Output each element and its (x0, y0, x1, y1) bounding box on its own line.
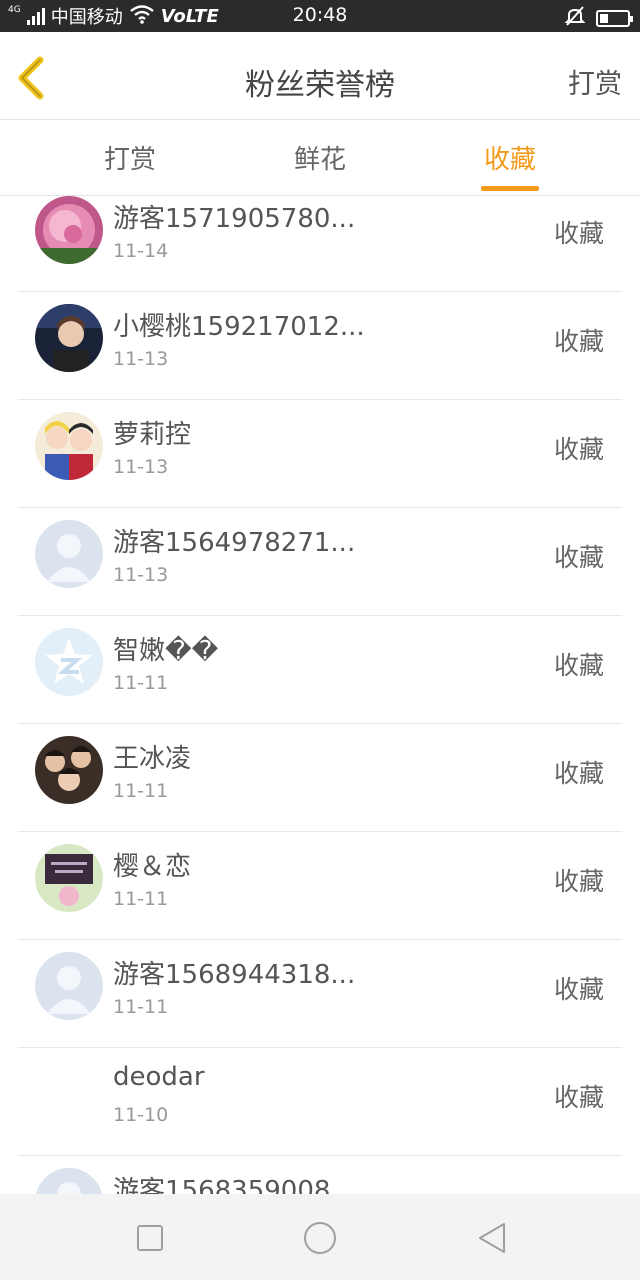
user-date: 11-13 (113, 348, 169, 370)
user-name: 游客1564978271... (113, 528, 356, 558)
active-tab-indicator (481, 186, 539, 191)
user-date: 11-11 (113, 888, 169, 910)
fan-list: 游客1571905780... 11-14 收藏 小樱桃159217012...… (0, 196, 640, 1194)
action-label: 收藏 (553, 435, 604, 464)
user-date: 11-11 (113, 996, 169, 1018)
user-date: 11-10 (113, 1104, 169, 1126)
recent-apps-button[interactable] (128, 1216, 172, 1260)
system-nav-bar (0, 1194, 640, 1280)
user-name: 小樱桃159217012... (113, 312, 365, 342)
avatar (35, 844, 103, 912)
action-label: 收藏 (553, 543, 604, 572)
user-date: 11-14 (113, 240, 169, 262)
user-date: 11-13 (113, 456, 169, 478)
tab-favorites[interactable]: 收藏 (440, 139, 580, 176)
user-name: 游客1571905780... (113, 204, 356, 234)
back-nav-button[interactable] (470, 1216, 514, 1260)
avatar (35, 736, 103, 804)
action-label: 收藏 (553, 1083, 604, 1112)
qzone-star-icon (35, 628, 103, 696)
tab-bar: 打赏 鲜花 收藏 (0, 121, 640, 196)
user-date: 11-11 (113, 780, 169, 802)
default-user-icon (35, 1168, 103, 1194)
user-date: 11-13 (113, 564, 169, 586)
app-root: 4G 中国移动 VoLTE 20:48 粉丝荣誉榜 打赏 打赏 鲜花 收藏 游客… (0, 0, 640, 1280)
action-label: 收藏 (553, 867, 604, 896)
triangle-back-icon (479, 1223, 505, 1253)
app-header: 粉丝荣誉榜 打赏 (0, 32, 640, 120)
user-name: 樱＆恋 (113, 852, 192, 882)
list-item[interactable]: 小樱桃159217012... 11-13 收藏 (18, 292, 622, 400)
list-item[interactable]: 游客1571905780... 11-14 收藏 (18, 196, 622, 292)
status-right (564, 6, 633, 31)
user-name: 王冰凌 (113, 744, 192, 774)
list-item[interactable]: 游客1564978271... 11-13 收藏 (18, 508, 622, 616)
tab-reward[interactable]: 打赏 (60, 139, 200, 176)
list-item[interactable]: deodar 11-10 收藏 (18, 1048, 622, 1156)
user-name: 智嫩�� (113, 636, 219, 666)
list-item[interactable]: 游客1568359008 (18, 1156, 622, 1194)
avatar (35, 196, 103, 264)
list-item[interactable]: 萝莉控 11-13 收藏 (18, 400, 622, 508)
user-name: 游客1568944318... (113, 960, 356, 990)
default-user-icon (35, 952, 103, 1020)
action-label: 收藏 (553, 219, 604, 248)
avatar (35, 412, 103, 480)
battery-level (600, 14, 608, 23)
action-label: 收藏 (553, 651, 604, 680)
default-user-icon (35, 520, 103, 588)
clock: 20:48 (292, 4, 348, 26)
user-date: 11-11 (113, 672, 169, 694)
action-label: 收藏 (553, 759, 604, 788)
square-icon (137, 1225, 163, 1251)
list-item[interactable]: 智嫩�� 11-11 收藏 (18, 616, 622, 724)
user-name: 游客1568359008 (113, 1176, 331, 1194)
tab-flowers[interactable]: 鲜花 (250, 139, 390, 176)
circle-icon (304, 1222, 336, 1254)
user-name: 萝莉控 (113, 420, 192, 450)
status-bar: 4G 中国移动 VoLTE 20:48 (0, 0, 640, 32)
mute-vibrate-icon (564, 6, 586, 31)
battery-icon (596, 10, 633, 27)
reward-button[interactable]: 打赏 (568, 62, 622, 101)
action-label: 收藏 (553, 327, 604, 356)
page-title: 粉丝荣誉榜 (245, 68, 395, 103)
list-item[interactable]: 游客1568944318... 11-11 收藏 (18, 940, 622, 1048)
list-item[interactable]: 王冰凌 11-11 收藏 (18, 724, 622, 832)
home-button[interactable] (298, 1216, 342, 1260)
list-item[interactable]: 樱＆恋 11-11 收藏 (18, 832, 622, 940)
user-name: deodar (113, 1062, 205, 1092)
avatar (35, 304, 103, 372)
action-label: 收藏 (553, 975, 604, 1004)
